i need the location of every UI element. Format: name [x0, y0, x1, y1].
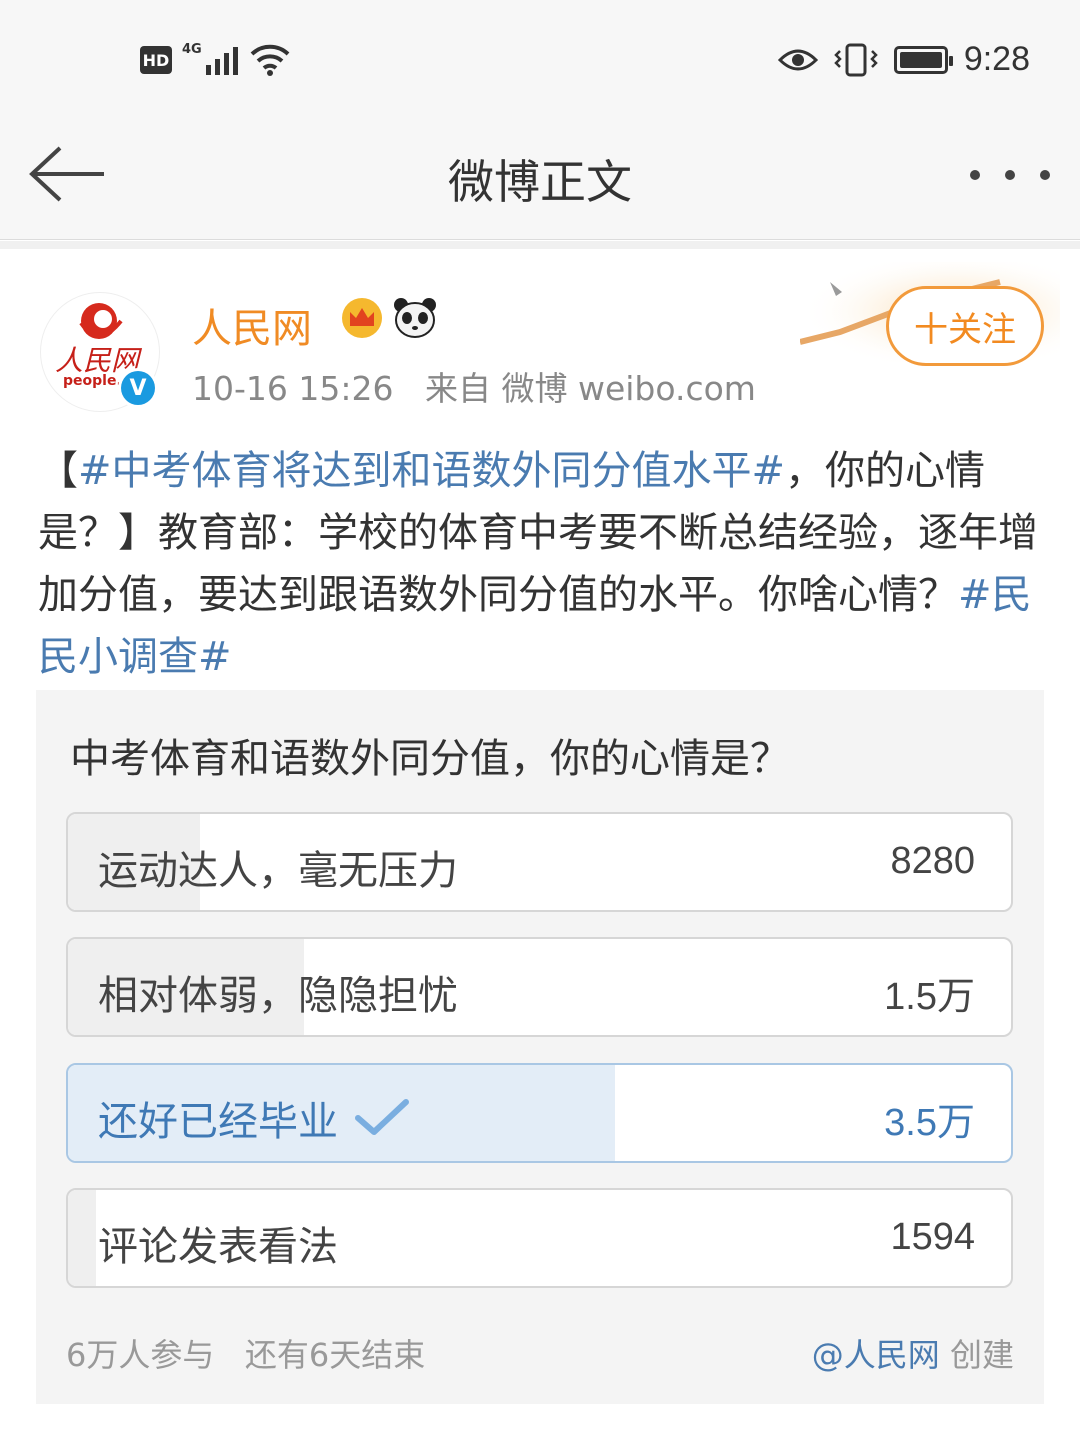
panda-icon	[394, 298, 436, 338]
poll-participants: 6万人参与	[66, 1336, 215, 1374]
poll-card: 中考体育和语数外同分值，你的心情是？ 运动达人，毫无压力 8280 相对体弱，隐…	[36, 690, 1044, 1404]
poll-question: 中考体育和语数外同分值，你的心情是？	[70, 736, 790, 782]
poll-option-bar	[68, 1190, 97, 1286]
post-time: 10-16 15:26	[192, 369, 394, 408]
poll-option-count: 1.5万	[884, 976, 975, 1018]
nav-bar: 微博正文	[0, 120, 1080, 240]
more-button[interactable]	[970, 150, 1050, 200]
post-source: 来自 微博 weibo.com	[424, 369, 756, 408]
eye-icon	[777, 49, 818, 70]
page-title: 微博正文	[448, 155, 632, 209]
network-type: 4G	[182, 42, 202, 57]
follow-button[interactable]: 十关注	[886, 286, 1044, 366]
status-right: 9:28	[777, 40, 1030, 79]
battery-icon	[893, 45, 953, 74]
poll-creator: @人民网 创建	[812, 1330, 1014, 1376]
poll-option[interactable]: 相对体弱，隐隐担忧 1.5万	[66, 937, 1013, 1037]
clock: 9:28	[963, 40, 1030, 78]
more-dots-icon	[970, 170, 980, 180]
poll-option-count: 1594	[890, 1216, 975, 1258]
poll-option-label: 还好已经毕业	[98, 1089, 410, 1147]
verified-badge: V	[118, 368, 158, 408]
crown-icon	[342, 298, 382, 338]
checkmark-icon	[355, 1099, 409, 1135]
poll-option[interactable]: 评论发表看法 1594	[66, 1188, 1013, 1288]
wifi-icon	[250, 44, 290, 76]
creator-link[interactable]: @人民网	[812, 1336, 940, 1374]
verified-icon: V	[121, 371, 155, 405]
poll-option-selected[interactable]: 还好已经毕业 3.5万	[66, 1063, 1013, 1163]
poll-option-count: 8280	[890, 840, 975, 882]
poll-remaining: 还有6天结束	[244, 1336, 426, 1374]
status-bar: HD 4G 9:28	[0, 0, 1080, 120]
poll-footer: 6万人参与 还有6天结束	[66, 1330, 425, 1376]
creator-suffix: 创建	[949, 1336, 1014, 1374]
post-text: 【#中考体育将达到和语数外同分值水平#，你的心情是？】教育部：学校的体育中考要不…	[38, 440, 1048, 688]
hashtag-link[interactable]: #中考体育将达到和语数外同分值水平#	[78, 448, 785, 494]
poll-option[interactable]: 运动达人，毫无压力 8280	[66, 812, 1013, 912]
bracket: 【	[38, 448, 78, 494]
vibrate-icon	[834, 43, 878, 76]
poll-option-count: 3.5万	[884, 1102, 975, 1144]
hd-badge: HD	[140, 46, 172, 74]
divider	[0, 241, 1080, 249]
signal-icon	[205, 45, 238, 75]
poll-option-label: 运动达人，毫无压力	[98, 848, 458, 894]
username[interactable]: 人民网	[192, 296, 312, 354]
status-left: HD 4G	[140, 42, 292, 78]
poll-option-label: 相对体弱，隐隐担忧	[98, 973, 458, 1019]
poll-option-label: 评论发表看法	[98, 1224, 338, 1270]
post-meta: 10-16 15:26 来自 微博 weibo.com	[192, 362, 756, 410]
user-badges	[340, 296, 438, 340]
